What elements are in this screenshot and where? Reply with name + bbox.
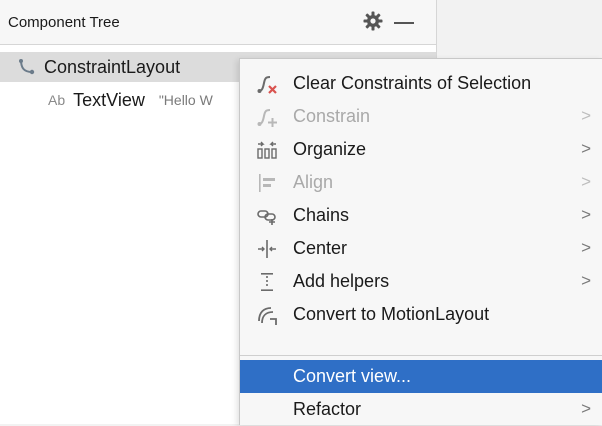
gear-icon[interactable] bbox=[362, 10, 384, 32]
menu-item-center[interactable]: Center > bbox=[240, 232, 602, 265]
menu-item-organize[interactable]: Organize > bbox=[240, 133, 602, 166]
organize-icon bbox=[256, 139, 278, 161]
minus-icon[interactable] bbox=[394, 22, 414, 24]
menu-separator bbox=[240, 355, 602, 356]
textview-badge: Ab bbox=[48, 92, 66, 108]
menu-item-label: Chains bbox=[293, 205, 350, 225]
constraint-layout-icon bbox=[19, 59, 35, 75]
tree-item-label: ConstraintLayout bbox=[44, 56, 181, 77]
menu-item-convert-motion-layout[interactable]: Convert to MotionLayout bbox=[240, 298, 602, 331]
panel-title: Component Tree bbox=[8, 14, 120, 31]
menu-item-label: Add helpers bbox=[293, 271, 390, 291]
menu-item-add-helpers[interactable]: Add helpers > bbox=[240, 265, 602, 298]
submenu-chevron-icon: > bbox=[581, 106, 591, 125]
menu-item-label: Center bbox=[293, 238, 348, 258]
tree-item-textview[interactable]: Ab TextView "Hello W bbox=[48, 88, 213, 112]
tree-item-constraint-layout[interactable]: ConstraintLayout bbox=[18, 55, 180, 79]
panel-header: Component Tree bbox=[0, 0, 436, 45]
menu-item-label: Clear Constraints of Selection bbox=[293, 73, 532, 93]
constrain-icon bbox=[256, 106, 278, 128]
menu-item-label: Refactor bbox=[293, 399, 362, 419]
chains-icon bbox=[256, 205, 278, 227]
submenu-chevron-icon: > bbox=[581, 238, 591, 257]
motion-layout-icon bbox=[256, 304, 278, 326]
context-menu: Clear Constraints of Selection Constrain… bbox=[239, 58, 602, 425]
align-icon bbox=[256, 172, 278, 194]
menu-item-label: Convert view... bbox=[293, 366, 412, 386]
submenu-chevron-icon: > bbox=[581, 172, 591, 191]
menu-item-convert-view[interactable]: Convert view... bbox=[240, 360, 602, 393]
menu-item-label: Constrain bbox=[293, 106, 371, 126]
menu-item-refactor[interactable]: Refactor > bbox=[240, 393, 602, 426]
menu-item-label: Convert to MotionLayout bbox=[293, 304, 490, 324]
tree-item-label: TextView bbox=[73, 89, 145, 110]
clear-constraints-icon bbox=[256, 73, 278, 95]
submenu-chevron-icon: > bbox=[581, 139, 591, 158]
add-helpers-icon bbox=[256, 271, 278, 293]
menu-item-label: Organize bbox=[293, 139, 367, 159]
submenu-chevron-icon: > bbox=[581, 399, 591, 418]
submenu-chevron-icon: > bbox=[581, 205, 591, 224]
menu-item-clear-constraints[interactable]: Clear Constraints of Selection bbox=[240, 67, 602, 100]
menu-item-chains[interactable]: Chains > bbox=[240, 199, 602, 232]
submenu-chevron-icon: > bbox=[581, 271, 591, 290]
menu-item-constrain[interactable]: Constrain > bbox=[240, 100, 602, 133]
menu-item-align[interactable]: Align > bbox=[240, 166, 602, 199]
tree-item-text-value: "Hello W bbox=[158, 92, 213, 108]
center-icon bbox=[256, 238, 278, 260]
menu-item-label: Align bbox=[293, 172, 334, 192]
